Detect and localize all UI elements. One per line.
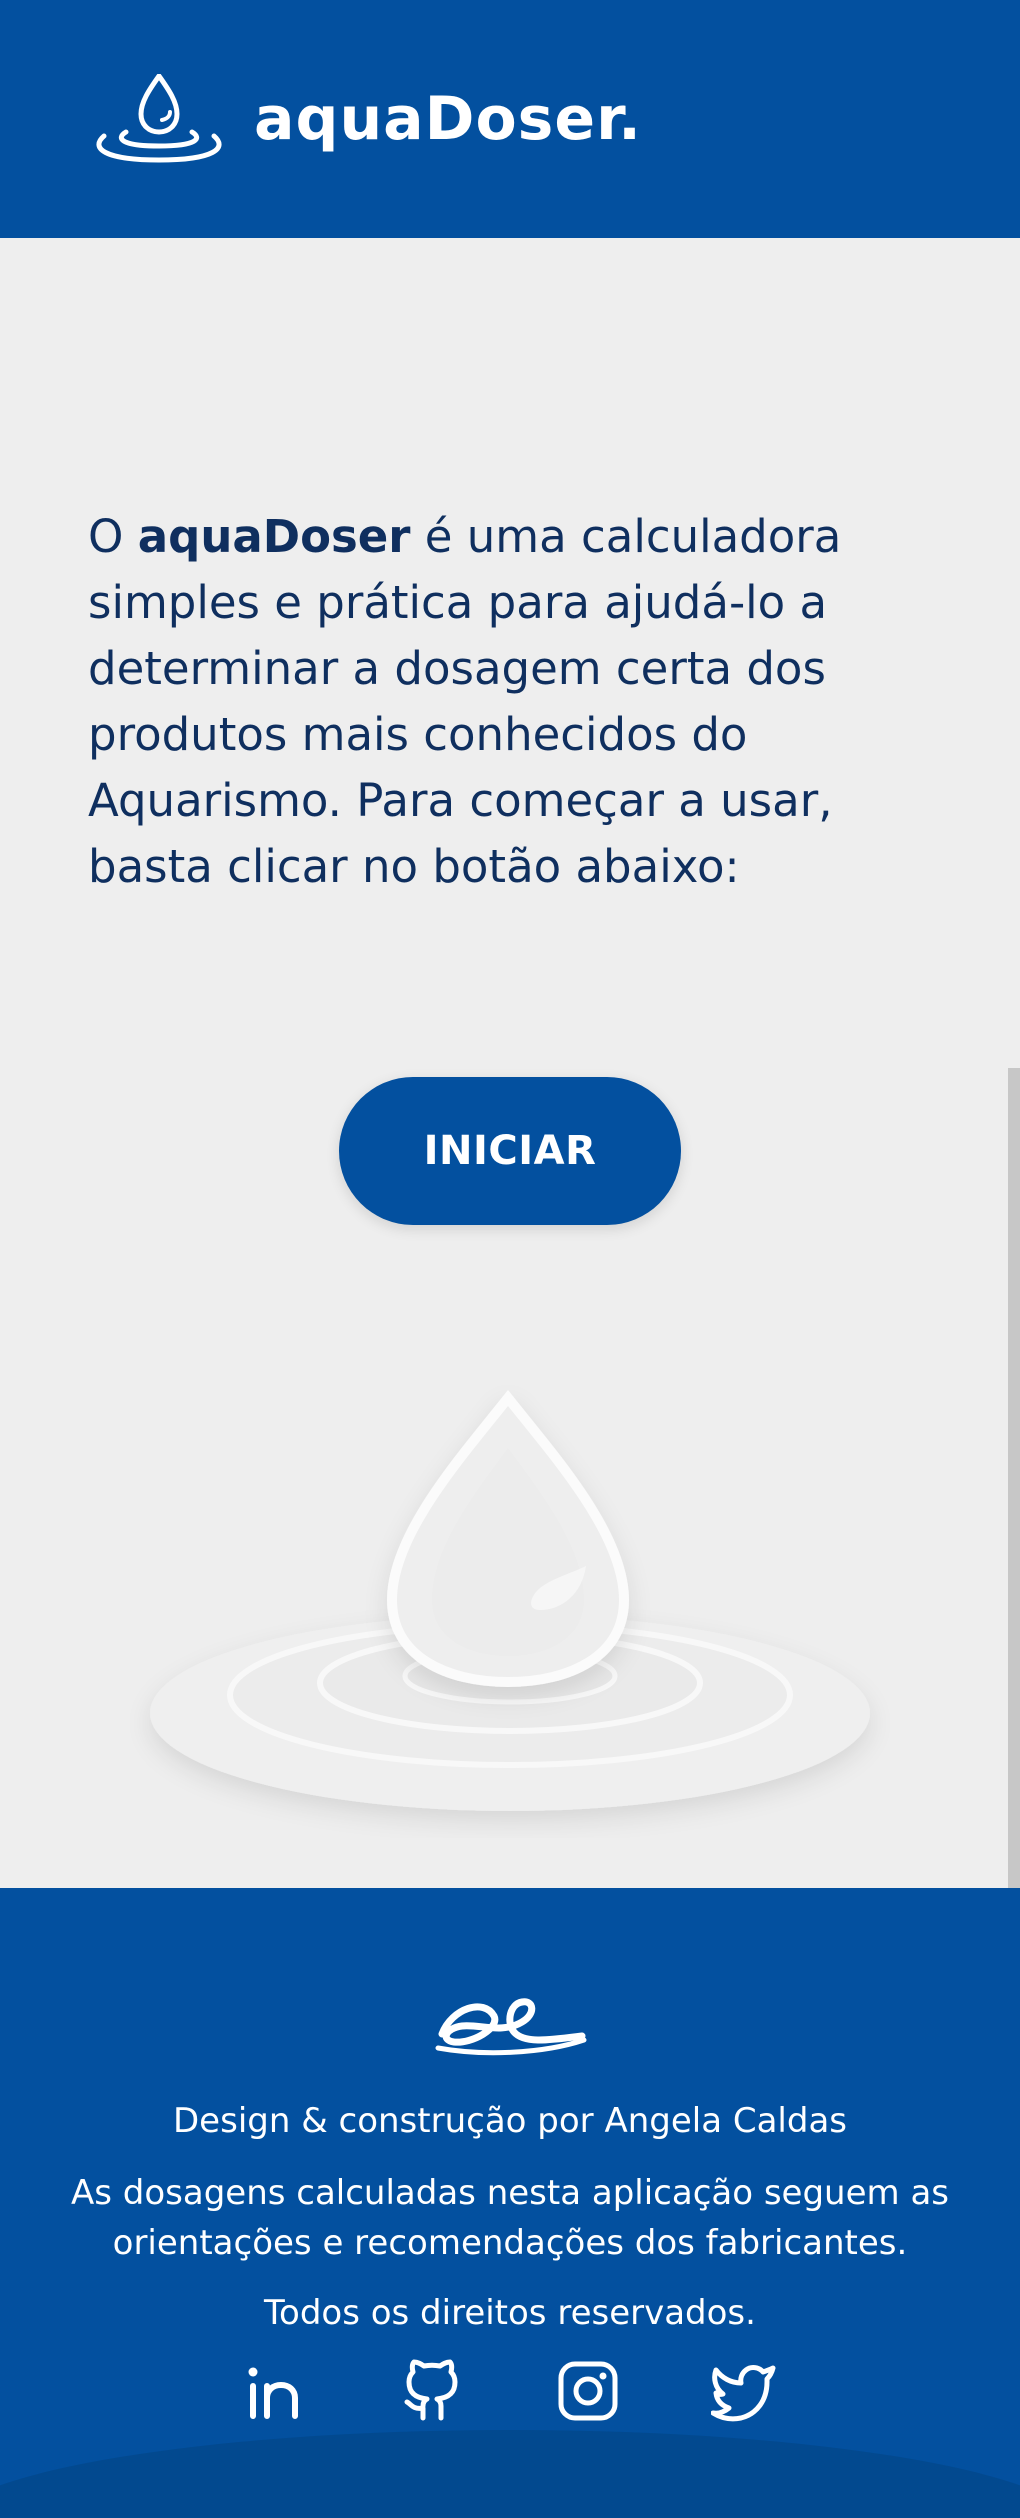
social-links <box>0 2358 1020 2424</box>
linkedin-icon[interactable] <box>243 2358 309 2424</box>
github-icon[interactable] <box>399 2358 465 2424</box>
start-button[interactable]: INICIAR <box>339 1077 681 1225</box>
intro-paragraph: O aquaDoser é uma calculadora simples e … <box>88 504 928 900</box>
brand-name: aquaDoser. <box>254 84 642 154</box>
water-drop-logo-icon <box>96 74 222 163</box>
copyright-notice: Todos os direitos reservados. <box>264 2293 756 2333</box>
intro-text: é uma calculadora simples e prática para… <box>88 510 842 893</box>
footer-wave-decoration <box>0 2430 1020 2518</box>
water-drop-ripple-illustration <box>150 1389 870 1811</box>
footer: Design & construção por Angela Caldas As… <box>0 1888 1020 2518</box>
dosage-disclaimer: As dosagens calculadas nesta aplicação s… <box>70 2173 949 2263</box>
intro-brand: aquaDoser <box>137 510 411 563</box>
intro-prefix: O <box>88 510 138 563</box>
app-header: aquaDoser. <box>0 0 1020 238</box>
main-content: O aquaDoser é uma calculadora simples e … <box>0 238 1020 1888</box>
author-credit: Design & construção por Angela Caldas <box>173 2101 847 2141</box>
twitter-icon[interactable] <box>711 2358 777 2424</box>
instagram-icon[interactable] <box>555 2358 621 2424</box>
brand-logo[interactable]: aquaDoser. <box>86 74 642 164</box>
author-signature-logo-icon[interactable] <box>432 1988 588 2058</box>
